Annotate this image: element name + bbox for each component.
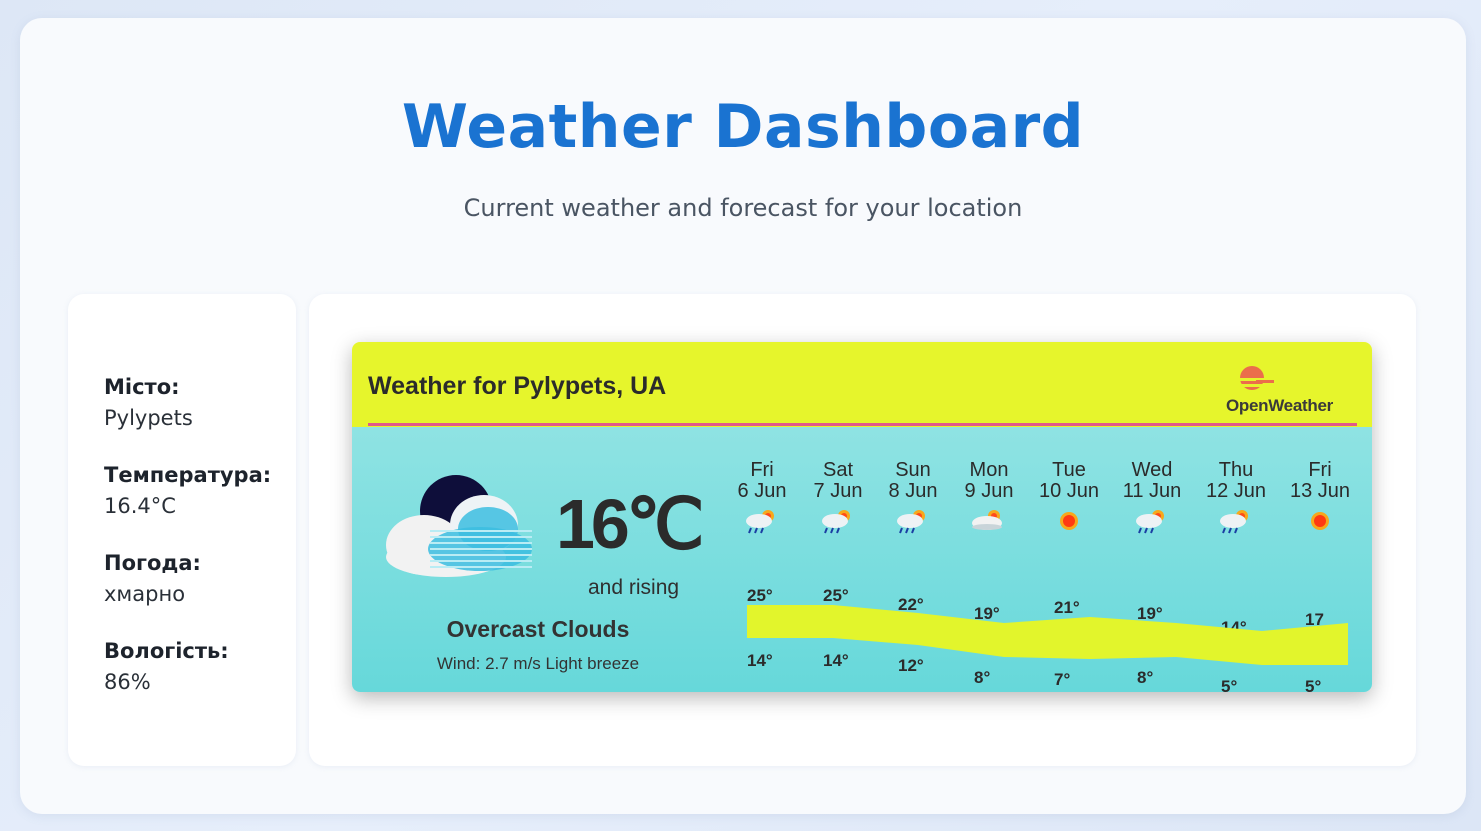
widget-panel: Weather for Pylypets, UA OpenWeather 16℃… (309, 294, 1416, 766)
city-label: Місто: (104, 375, 180, 399)
page-subtitle: Current weather and forecast for your lo… (463, 194, 1023, 222)
temperature-value: 16.4°C (104, 494, 176, 518)
widget-body: 16℃ and rising Overcast Clouds Wind: 2.7… (352, 427, 1372, 692)
temperature-range-band (747, 605, 1348, 665)
temperature-band (747, 605, 1348, 665)
info-weather: Погода: хмарно (104, 548, 201, 610)
info-humidity: Вологість: 86% (104, 636, 229, 698)
page-title: Weather Dashboard (401, 92, 1085, 162)
openweather-logo[interactable]: OpenWeather (1224, 364, 1344, 416)
widget-header: Weather for Pylypets, UA OpenWeather (352, 342, 1372, 427)
weather-label: Погода: (104, 551, 201, 575)
weather-value: хмарно (104, 582, 186, 606)
openweather-sun-icon (1234, 366, 1274, 390)
info-city: Місто: Pylypets (104, 372, 193, 434)
openweather-text: OpenWeather (1226, 396, 1333, 415)
humidity-value: 86% (104, 670, 151, 694)
header-divider (368, 423, 1357, 426)
info-panel: Місто: Pylypets Температура: 16.4°C Пого… (68, 294, 296, 766)
info-temperature: Температура: 16.4°C (104, 460, 271, 522)
dashboard-card: Weather Dashboard Current weather and fo… (20, 18, 1466, 814)
temperature-label: Температура: (104, 463, 272, 487)
humidity-label: Вологість: (104, 639, 229, 663)
widget-title: Weather for Pylypets, UA (368, 372, 667, 400)
weather-widget[interactable]: Weather for Pylypets, UA OpenWeather 16℃… (352, 342, 1372, 692)
city-value: Pylypets (104, 406, 193, 430)
